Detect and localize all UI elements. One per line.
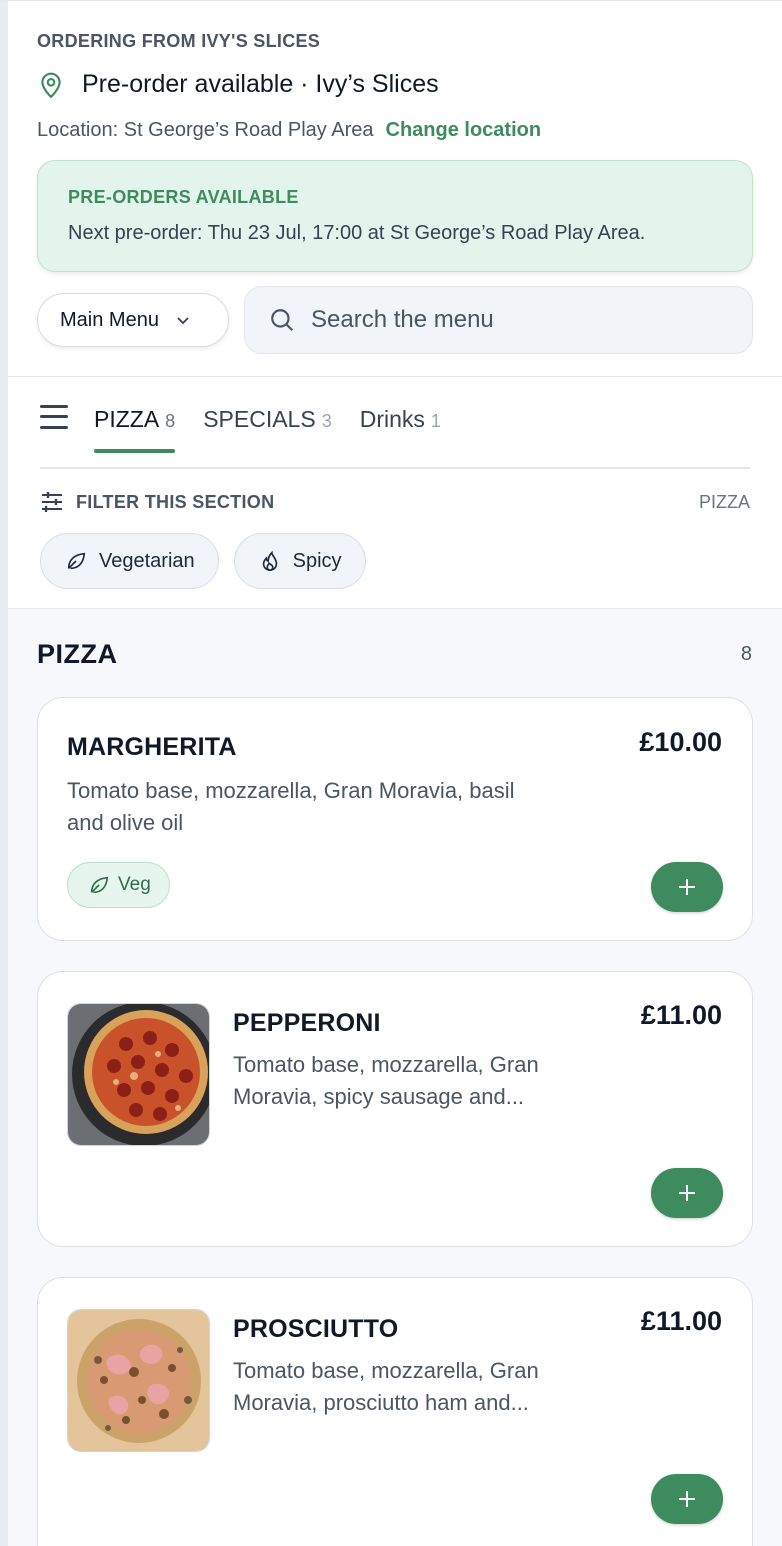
item-name: PEPPERONI [233,1009,381,1037]
chevron-down-icon [177,317,189,325]
location-pin-icon [41,72,61,98]
menu-item-card[interactable]: MARGHERITA £10.00 Tomato base, mozzarell… [37,697,753,941]
section-title: PIZZA [37,639,118,669]
plus-icon [679,1185,695,1201]
tabs-divider [40,467,750,469]
tab-label: Drinks [359,406,425,432]
menu-controls: Main Menu [37,286,753,354]
add-to-cart-button[interactable] [651,862,723,912]
search-box[interactable] [244,286,753,354]
preorder-notice: PRE-ORDERS AVAILABLE Next pre-order: Thu… [37,160,753,272]
item-price: £10.00 [639,727,722,757]
section-header: PIZZA 8 [8,609,782,670]
item-price: £11.00 [640,1306,722,1336]
item-name: MARGHERITA [67,733,237,761]
ordering-header: ORDERING FROM IVY'S SLICES Pre-order ava… [8,1,782,354]
chip-spicy[interactable]: Spicy [233,533,366,589]
tab-label: SPECIALS [203,406,316,432]
item-name: PROSCIUTTO [233,1315,399,1343]
search-input[interactable] [311,306,711,334]
category-tabs: PIZZA 8 SPECIALS 3 Drinks 1 [40,377,750,453]
filter-chips: Vegetarian Spicy [40,533,750,589]
chip-label: Vegetarian [99,549,195,572]
description-line: Tomato base, mozzarella, Gran [233,1052,539,1077]
description-line: Tomato base, mozzarella, Gran Moravia, b… [67,778,515,803]
flame-icon [262,550,277,571]
notice-title: PRE-ORDERS AVAILABLE [68,187,299,207]
item-price: £11.00 [640,1000,722,1030]
item-description: Tomato base, mozzarella, Gran Moravia, p… [233,1355,593,1419]
plus-icon [679,879,695,895]
prosciutto-pizza-image [67,1309,210,1452]
hamburger-menu-icon[interactable] [40,405,68,429]
item-description: Tomato base, mozzarella, Gran Moravia, s… [233,1049,593,1113]
leaf-icon [90,876,109,894]
app-frame: ORDERING FROM IVY'S SLICES Pre-order ava… [0,0,782,1546]
chip-label: Spicy [292,549,342,572]
ordering-from-label: ORDERING FROM IVY'S SLICES [37,31,321,51]
location-row: Location: St George’s Road Play Area Chan… [37,119,753,142]
venue-row: Pre-order available · Ivy’s Slices [37,70,753,99]
category-area: PIZZA 8 SPECIALS 3 Drinks 1 FILTER THIS SEC… [40,377,750,589]
tab-drinks[interactable]: Drinks 1 [360,406,441,453]
search-icon [271,309,294,332]
filter-label: FILTER THIS SECTION [76,491,275,512]
menu-item-card[interactable]: PROSCIUTTO £11.00 Tomato base, mozzarell… [37,1277,753,1546]
pepperoni-pizza-image [67,1003,210,1146]
item-description: Tomato base, mozzarella, Gran Moravia, b… [67,775,587,839]
tab-specials[interactable]: SPECIALS 3 [203,406,332,453]
plus-icon [679,1491,695,1507]
tab-count: 3 [321,411,332,431]
add-to-cart-button[interactable] [651,1474,723,1524]
tab-pizza[interactable]: PIZZA 8 [94,406,176,453]
change-location-link[interactable]: Change location [386,119,542,141]
add-to-cart-button[interactable] [651,1168,723,1218]
description-line: Moravia, spicy sausage and... [233,1084,525,1109]
filter-row: FILTER THIS SECTION PIZZA [40,491,750,513]
veg-badge: Veg [67,862,170,908]
section-count: 8 [740,643,752,665]
pizza-section: PIZZA 8 MARGHERITA £10.00 Tomato base, m… [8,608,782,1546]
chip-vegetarian[interactable]: Vegetarian [40,533,219,589]
tab-count: 8 [165,411,176,431]
location-label: Location: St George’s Road Play Area [37,119,374,141]
filter-section-name: PIZZA [698,491,750,512]
menu-select-label: Main Menu [60,308,159,331]
badge-label: Veg [118,874,151,895]
description-line: Tomato base, mozzarella, Gran [233,1358,539,1383]
notice-text: Next pre-order: Thu 23 Jul, 17:00 at St … [68,222,646,244]
tab-label: PIZZA [94,406,160,432]
menu-select-dropdown[interactable]: Main Menu [37,293,229,347]
leaf-icon [67,552,86,570]
venue-title: Pre-order available · Ivy’s Slices [82,70,439,98]
menu-item-card[interactable]: PEPPERONI £11.00 Tomato base, mozzarella… [37,971,753,1247]
tab-count: 1 [430,411,441,431]
sliders-icon [42,492,62,512]
description-line: and olive oil [67,810,184,835]
description-line: Moravia, prosciutto ham and... [233,1390,529,1415]
